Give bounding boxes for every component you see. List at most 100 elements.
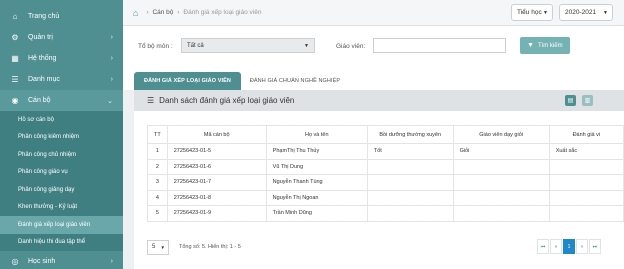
breadcrumb: ⌂ › Cán bộ › Đánh giá xếp loại giáo viên	[133, 8, 261, 18]
sidebar-item-catalog[interactable]: ☰ Danh mục ›	[0, 69, 123, 90]
table-cell	[452, 189, 550, 206]
home-icon: ⌂	[12, 12, 18, 21]
table-cell: Vũ Thị Dung	[265, 158, 368, 175]
sidebar-item-students[interactable]: ◎ Học sinh ›	[0, 251, 123, 269]
sidebar-subitem-profile[interactable]: Hồ sơ cán bộ	[0, 111, 123, 129]
chevron-right-icon: ›	[110, 258, 113, 265]
table-cell: 27256423-01-8	[166, 189, 267, 206]
evaluation-table: TT Mã cán bộ Họ và tên Bồi dưỡng thường …	[147, 125, 624, 222]
chevron-right-icon: ›	[110, 55, 113, 62]
sidebar-subitem-homeroom[interactable]: Phân công chủ nhiệm	[0, 146, 123, 164]
list-icon: ☰	[147, 96, 155, 105]
table-cell: 27256423-01-9	[166, 205, 267, 222]
sidebar-subitem-teaching[interactable]: Phân công giảng dạy	[0, 181, 123, 199]
panel-title: Danh sách đánh giá xếp loại giáo viên	[159, 96, 295, 105]
pagination: ⏮ « 1 » ⏭	[536, 239, 601, 254]
table-row[interactable]: 4 27256423-01-8 Nguyễn Thị Ngoan	[147, 189, 624, 206]
breadcrumb-parent[interactable]: Cán bộ	[152, 9, 173, 16]
sidebar-item-label: Học sinh	[28, 258, 56, 265]
school-year-select-value: 2020-2021	[565, 9, 597, 16]
table-cell: 3	[147, 174, 168, 191]
teacher-input[interactable]	[373, 38, 506, 53]
filter-icon: ▼	[527, 42, 534, 49]
caret-down-icon: ▼	[160, 244, 165, 250]
table-cell: 27256423-01-7	[166, 174, 267, 191]
table-cell	[366, 205, 454, 222]
department-select[interactable]: Tất cả ▼	[181, 38, 315, 53]
last-page-icon[interactable]: ⏭	[589, 239, 601, 254]
record-summary: Tổng số: 5. Hiển thị: 1 - 5	[179, 244, 241, 250]
filter-bar: Tổ bộ môn : Tất cả ▼ Giáo viên: ▼ Tìm ki…	[123, 26, 624, 66]
department-select-value: Tất cả	[187, 42, 204, 49]
column-header: Đánh giá vi	[548, 125, 624, 144]
column-header: Bồi dưỡng thường xuyên	[366, 125, 454, 144]
table-cell	[366, 174, 454, 191]
sidebar-item-label: Quản trị	[28, 34, 53, 41]
table-cell: 4	[147, 189, 168, 206]
tab-bar: ĐÁNH GIÁ XẾP LOẠI GIÁO VIÊN ĐÁNH GIÁ CHU…	[123, 66, 624, 90]
table-cell: Trần Minh Dũng	[265, 205, 368, 222]
search-button[interactable]: ▼ Tìm kiếm	[520, 37, 570, 54]
sidebar-subitem-concurrent[interactable]: Phân công kiêm nhiệm	[0, 129, 123, 147]
page-number[interactable]: 1	[563, 239, 575, 254]
tab-professional-standards[interactable]: ĐÁNH GIÁ CHUẨN NGHỀ NGHIỆP	[247, 72, 343, 90]
sidebar-subitem-evaluation[interactable]: Đánh giá xếp loại giáo viên	[0, 216, 123, 234]
sidebar-item-admin[interactable]: ⚙ Quản trị ›	[0, 27, 123, 48]
gear-icon: ⚙	[11, 33, 19, 42]
table-cell: PhạmThị Thu Thủy	[265, 143, 368, 160]
sidebar-item-label: Hệ thống	[28, 55, 57, 62]
page-size-value: 5	[152, 244, 156, 250]
sidebar-item-system[interactable]: ▦ Hệ thống ›	[0, 48, 123, 69]
column-header: Giáo viên dạy giỏi	[452, 125, 550, 144]
panel-header: ☰ Danh sách đánh giá xếp loại giáo viên …	[134, 90, 624, 111]
student-icon: ◎	[11, 257, 19, 266]
column-header: Họ và tên	[265, 125, 368, 144]
table-cell	[366, 189, 454, 206]
chevron-right-icon: ›	[110, 34, 113, 41]
grid-icon: ▦	[11, 54, 19, 63]
table-cell	[548, 205, 624, 222]
table-cell	[452, 158, 550, 175]
table-cell: 1	[147, 143, 168, 160]
table-cell	[366, 158, 454, 175]
school-year-select[interactable]: 2020-2021 ▼	[559, 4, 613, 21]
breadcrumb-current: Đánh giá xếp loại giáo viên	[183, 9, 262, 16]
teacher-label: Giáo viên:	[336, 43, 366, 50]
table-row[interactable]: 5 27256423-01-9 Trần Minh Dũng	[147, 205, 624, 222]
tab-teacher-rating[interactable]: ĐÁNH GIÁ XẾP LOẠI GIÁO VIÊN	[134, 72, 241, 90]
sidebar-subitem-rewards[interactable]: Khen thưởng - Kỷ luật	[0, 199, 123, 217]
table-cell	[548, 174, 624, 191]
chevron-down-icon: ⌄	[107, 97, 113, 105]
next-page-icon[interactable]: »	[576, 239, 588, 254]
level-select[interactable]: Tiểu học ▼	[511, 4, 553, 21]
caret-down-icon: ▼	[543, 9, 548, 16]
table-cell: Giỏi	[452, 143, 550, 160]
table-cell: Nguyễn Thị Ngoan	[265, 189, 368, 206]
table-cell: 5	[147, 205, 168, 222]
table-cell	[548, 189, 624, 206]
table-header-row: TT Mã cán bộ Họ và tên Bồi dưỡng thường …	[147, 125, 624, 144]
sidebar-item-home[interactable]: ⌂ Trang chủ	[0, 6, 123, 27]
prev-page-icon[interactable]: «	[550, 239, 562, 254]
table-footer: 5 ▼ Tổng số: 5. Hiển thị: 1 - 5 ⏮ « 1 » …	[147, 239, 624, 255]
first-page-icon[interactable]: ⏮	[537, 239, 549, 254]
sidebar: ⌂ Trang chủ ⚙ Quản trị › ▦ Hệ thống › ☰ …	[0, 0, 123, 269]
department-label: Tổ bộ môn :	[138, 43, 173, 50]
sidebar-item-staff[interactable]: ◉ Cán bộ ⌄	[0, 90, 123, 111]
table-cell	[452, 174, 550, 191]
table-cell: Tốt	[366, 143, 454, 160]
home-icon[interactable]: ⌂	[133, 8, 138, 18]
export-icon[interactable]: ▤	[565, 95, 576, 106]
table-row[interactable]: 1 27256423-01-5 PhạmThị Thu Thủy Tốt Giỏ…	[147, 143, 624, 160]
top-bar: ⌂ › Cán bộ › Đánh giá xếp loại giáo viên…	[123, 0, 624, 26]
sidebar-subitem-collective[interactable]: Danh hiệu thi đua tập thể	[0, 234, 123, 252]
caret-down-icon: ▼	[304, 42, 309, 49]
page-size-select[interactable]: 5 ▼	[147, 239, 169, 255]
sidebar-subitem-academic[interactable]: Phân công giáo vụ	[0, 164, 123, 182]
search-button-label: Tìm kiếm	[537, 42, 563, 49]
table-row[interactable]: 3 27256423-01-7 Nguyễn Thanh Tùng	[147, 174, 624, 191]
sidebar-submenu: Hồ sơ cán bộ Phân công kiêm nhiệm Phân c…	[0, 111, 123, 251]
list-icon: ☰	[11, 75, 19, 84]
table-row[interactable]: 2 27256423-01-6 Vũ Thị Dung	[147, 158, 624, 175]
print-icon[interactable]: ▥	[582, 95, 593, 106]
